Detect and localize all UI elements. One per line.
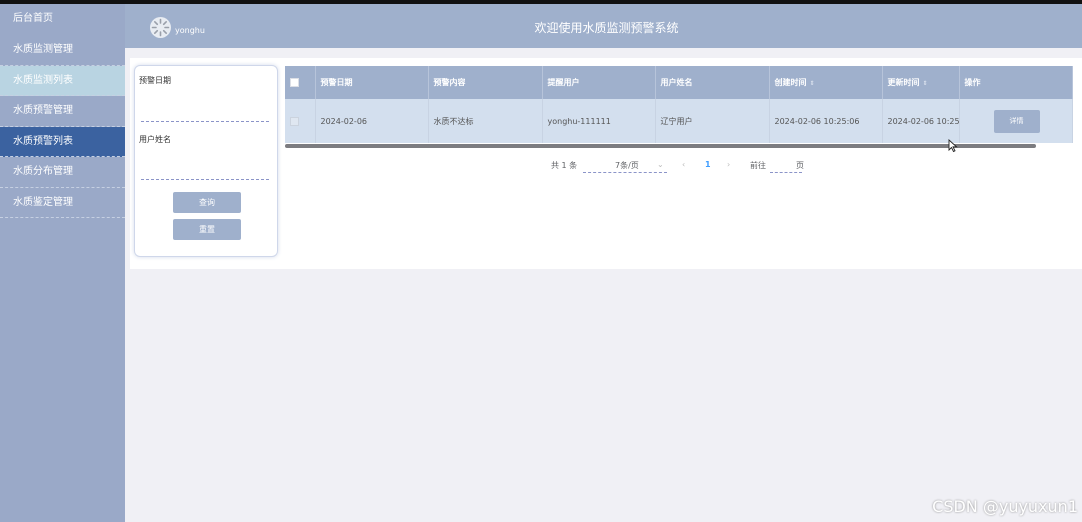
- cell-user: yonghu-111111: [542, 99, 656, 143]
- column-header: 用户姓名: [655, 66, 770, 99]
- cell-action: 详情: [959, 99, 1073, 143]
- row-select-cell: [285, 99, 316, 143]
- column-header-sortable[interactable]: 创建时间 ⇕: [769, 66, 883, 99]
- warning-date-label: 预警日期: [139, 76, 171, 85]
- sidebar-item-identification[interactable]: 水质鉴定管理: [0, 188, 125, 218]
- watermark: CSDN @yuyuxun1: [932, 497, 1078, 516]
- chevron-down-icon[interactable]: ⌄: [657, 160, 664, 169]
- page-unit-label: 页: [796, 161, 804, 170]
- cell-created: 2024-02-06 10:25:06: [769, 99, 883, 143]
- table-header-row: 预警日期 预警内容 提醒用户 用户姓名 创建时间 ⇕ 更新时间 ⇕ 操作: [285, 66, 1073, 99]
- sort-icon[interactable]: ⇕: [923, 80, 928, 87]
- pagination-total: 共 1 条: [551, 161, 578, 170]
- cell-name: 辽宁用户: [655, 99, 770, 143]
- row-checkbox[interactable]: [290, 116, 299, 126]
- header: yonghu 欢迎使用水质监测预警系统: [125, 4, 1082, 48]
- detail-button[interactable]: 详情: [993, 109, 1040, 133]
- query-button[interactable]: 查询: [173, 192, 241, 213]
- sidebar-item-home[interactable]: 后台首页: [0, 4, 125, 35]
- user-name-label: 用户姓名: [139, 135, 171, 144]
- column-header: 操作: [959, 66, 1073, 99]
- cell-date: 2024-02-06: [315, 99, 429, 143]
- sidebar-item-distribution[interactable]: 水质分布管理: [0, 157, 125, 188]
- main-content: 预警日期 用户姓名 查询 重置 预警日期 预警内容 提醒用户 用户姓名 创建时间…: [130, 58, 1082, 269]
- cell-content: 水质不达标: [428, 99, 543, 143]
- page-number-current[interactable]: 1: [705, 160, 711, 169]
- data-table: 预警日期 预警内容 提醒用户 用户姓名 创建时间 ⇕ 更新时间 ⇕ 操作 2024-…: [285, 66, 1073, 143]
- select-all-cell: [285, 66, 316, 99]
- goto-label: 前往: [750, 161, 766, 170]
- sidebar-item-monitor-list[interactable]: 水质监测列表: [0, 65, 125, 96]
- goto-page-input[interactable]: [770, 172, 802, 173]
- column-header: 预警内容: [428, 66, 543, 99]
- column-header: 预警日期: [315, 66, 429, 99]
- column-header: 提醒用户: [542, 66, 656, 99]
- search-panel: 预警日期 用户姓名 查询 重置: [134, 65, 278, 257]
- sidebar-item-warning-list[interactable]: 水质预警列表: [0, 126, 125, 157]
- column-header-label: 更新时间: [887, 78, 920, 87]
- sidebar: 后台首页 水质监测管理 水质监测列表 水质预警管理 水质预警列表 水质分布管理 …: [0, 4, 125, 522]
- sort-icon[interactable]: ⇕: [810, 80, 815, 87]
- table-row: 2024-02-06 水质不达标 yonghu-111111 辽宁用户 2024…: [285, 99, 1073, 143]
- page-size-underline: [583, 172, 667, 173]
- sidebar-item-monitor-manage[interactable]: 水质监测管理: [0, 35, 125, 66]
- horizontal-scrollbar[interactable]: [285, 144, 1036, 148]
- page-title: 欢迎使用水质监测预警系统: [534, 21, 679, 35]
- column-header-label: 创建时间: [774, 78, 807, 87]
- user-name-input[interactable]: [141, 166, 269, 180]
- column-header-sortable[interactable]: 更新时间 ⇕: [882, 66, 960, 99]
- warning-date-input[interactable]: [141, 108, 269, 122]
- reset-button[interactable]: 重置: [173, 219, 241, 240]
- select-all-checkbox[interactable]: [290, 78, 299, 87]
- mouse-cursor-icon: [948, 139, 958, 153]
- prev-page-button[interactable]: ‹: [682, 160, 685, 169]
- page-size-select[interactable]: 7条/页: [615, 160, 639, 171]
- sidebar-item-warning-manage[interactable]: 水质预警管理: [0, 96, 125, 127]
- cell-updated: 2024-02-06 10:25:0: [882, 99, 960, 143]
- next-page-button[interactable]: ›: [727, 160, 730, 169]
